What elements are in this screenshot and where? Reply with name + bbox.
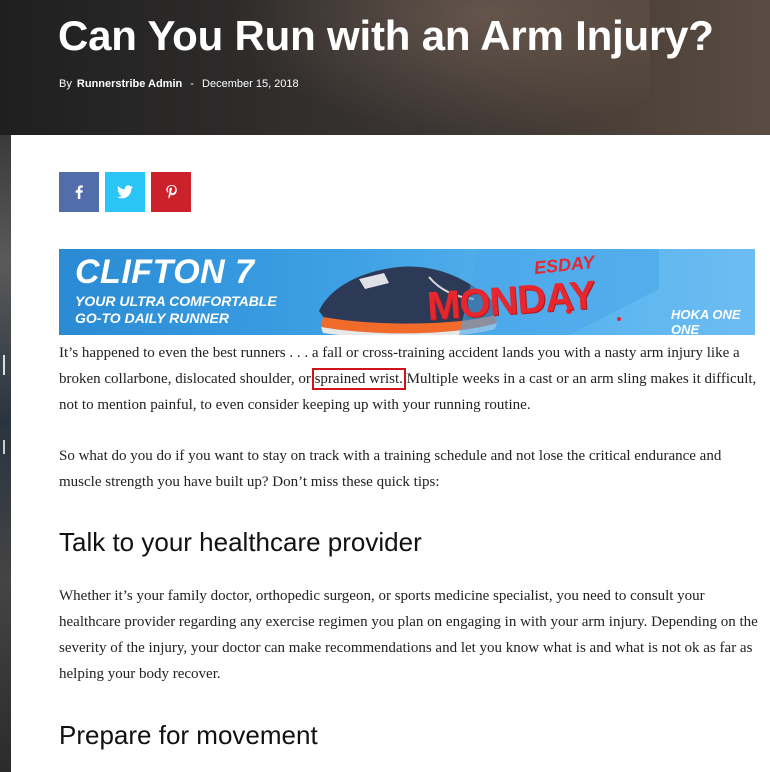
- ad-headline: CLIFTON 7: [75, 253, 255, 291]
- by-label: By: [59, 78, 72, 90]
- background-photo-strip: [0, 135, 11, 772]
- article-meta: By Runnerstribe Admin - December 15, 201…: [59, 78, 299, 90]
- facebook-share-button[interactable]: [59, 172, 99, 212]
- paragraph: Whether it’s your family doctor, orthope…: [59, 588, 758, 682]
- pinterest-icon: [165, 185, 177, 199]
- share-buttons: [59, 172, 191, 212]
- ad-tagline: YOUR ULTRA COMFORTABLE GO-TO DAILY RUNNE…: [75, 293, 277, 326]
- ad-banner[interactable]: CLIFTON 7 YOUR ULTRA COMFORTABLE GO-TO D…: [59, 249, 755, 335]
- author-link[interactable]: Runnerstribe Admin: [77, 78, 182, 90]
- article-title: Can You Run with an Arm Injury?: [58, 12, 714, 59]
- meta-separator: -: [190, 78, 194, 90]
- section-heading: Prepare for movement: [59, 720, 318, 750]
- ad-brand-logo: HOKA ONE ONE: [671, 307, 741, 335]
- paragraph: It’s happened to even the best runners .…: [59, 345, 757, 413]
- twitter-share-button[interactable]: [105, 172, 145, 212]
- pinterest-share-button[interactable]: [151, 172, 191, 212]
- paragraph: So what do you do if you want to stay on…: [59, 448, 722, 490]
- twitter-icon: [117, 185, 133, 199]
- photo-detail: [3, 355, 10, 375]
- sprained-wrist-link[interactable]: sprained wrist.: [311, 368, 406, 390]
- section-heading: Talk to your healthcare provider: [59, 527, 422, 557]
- publish-date: December 15, 2018: [202, 78, 299, 90]
- photo-detail: [3, 440, 9, 454]
- facebook-icon: [75, 185, 83, 199]
